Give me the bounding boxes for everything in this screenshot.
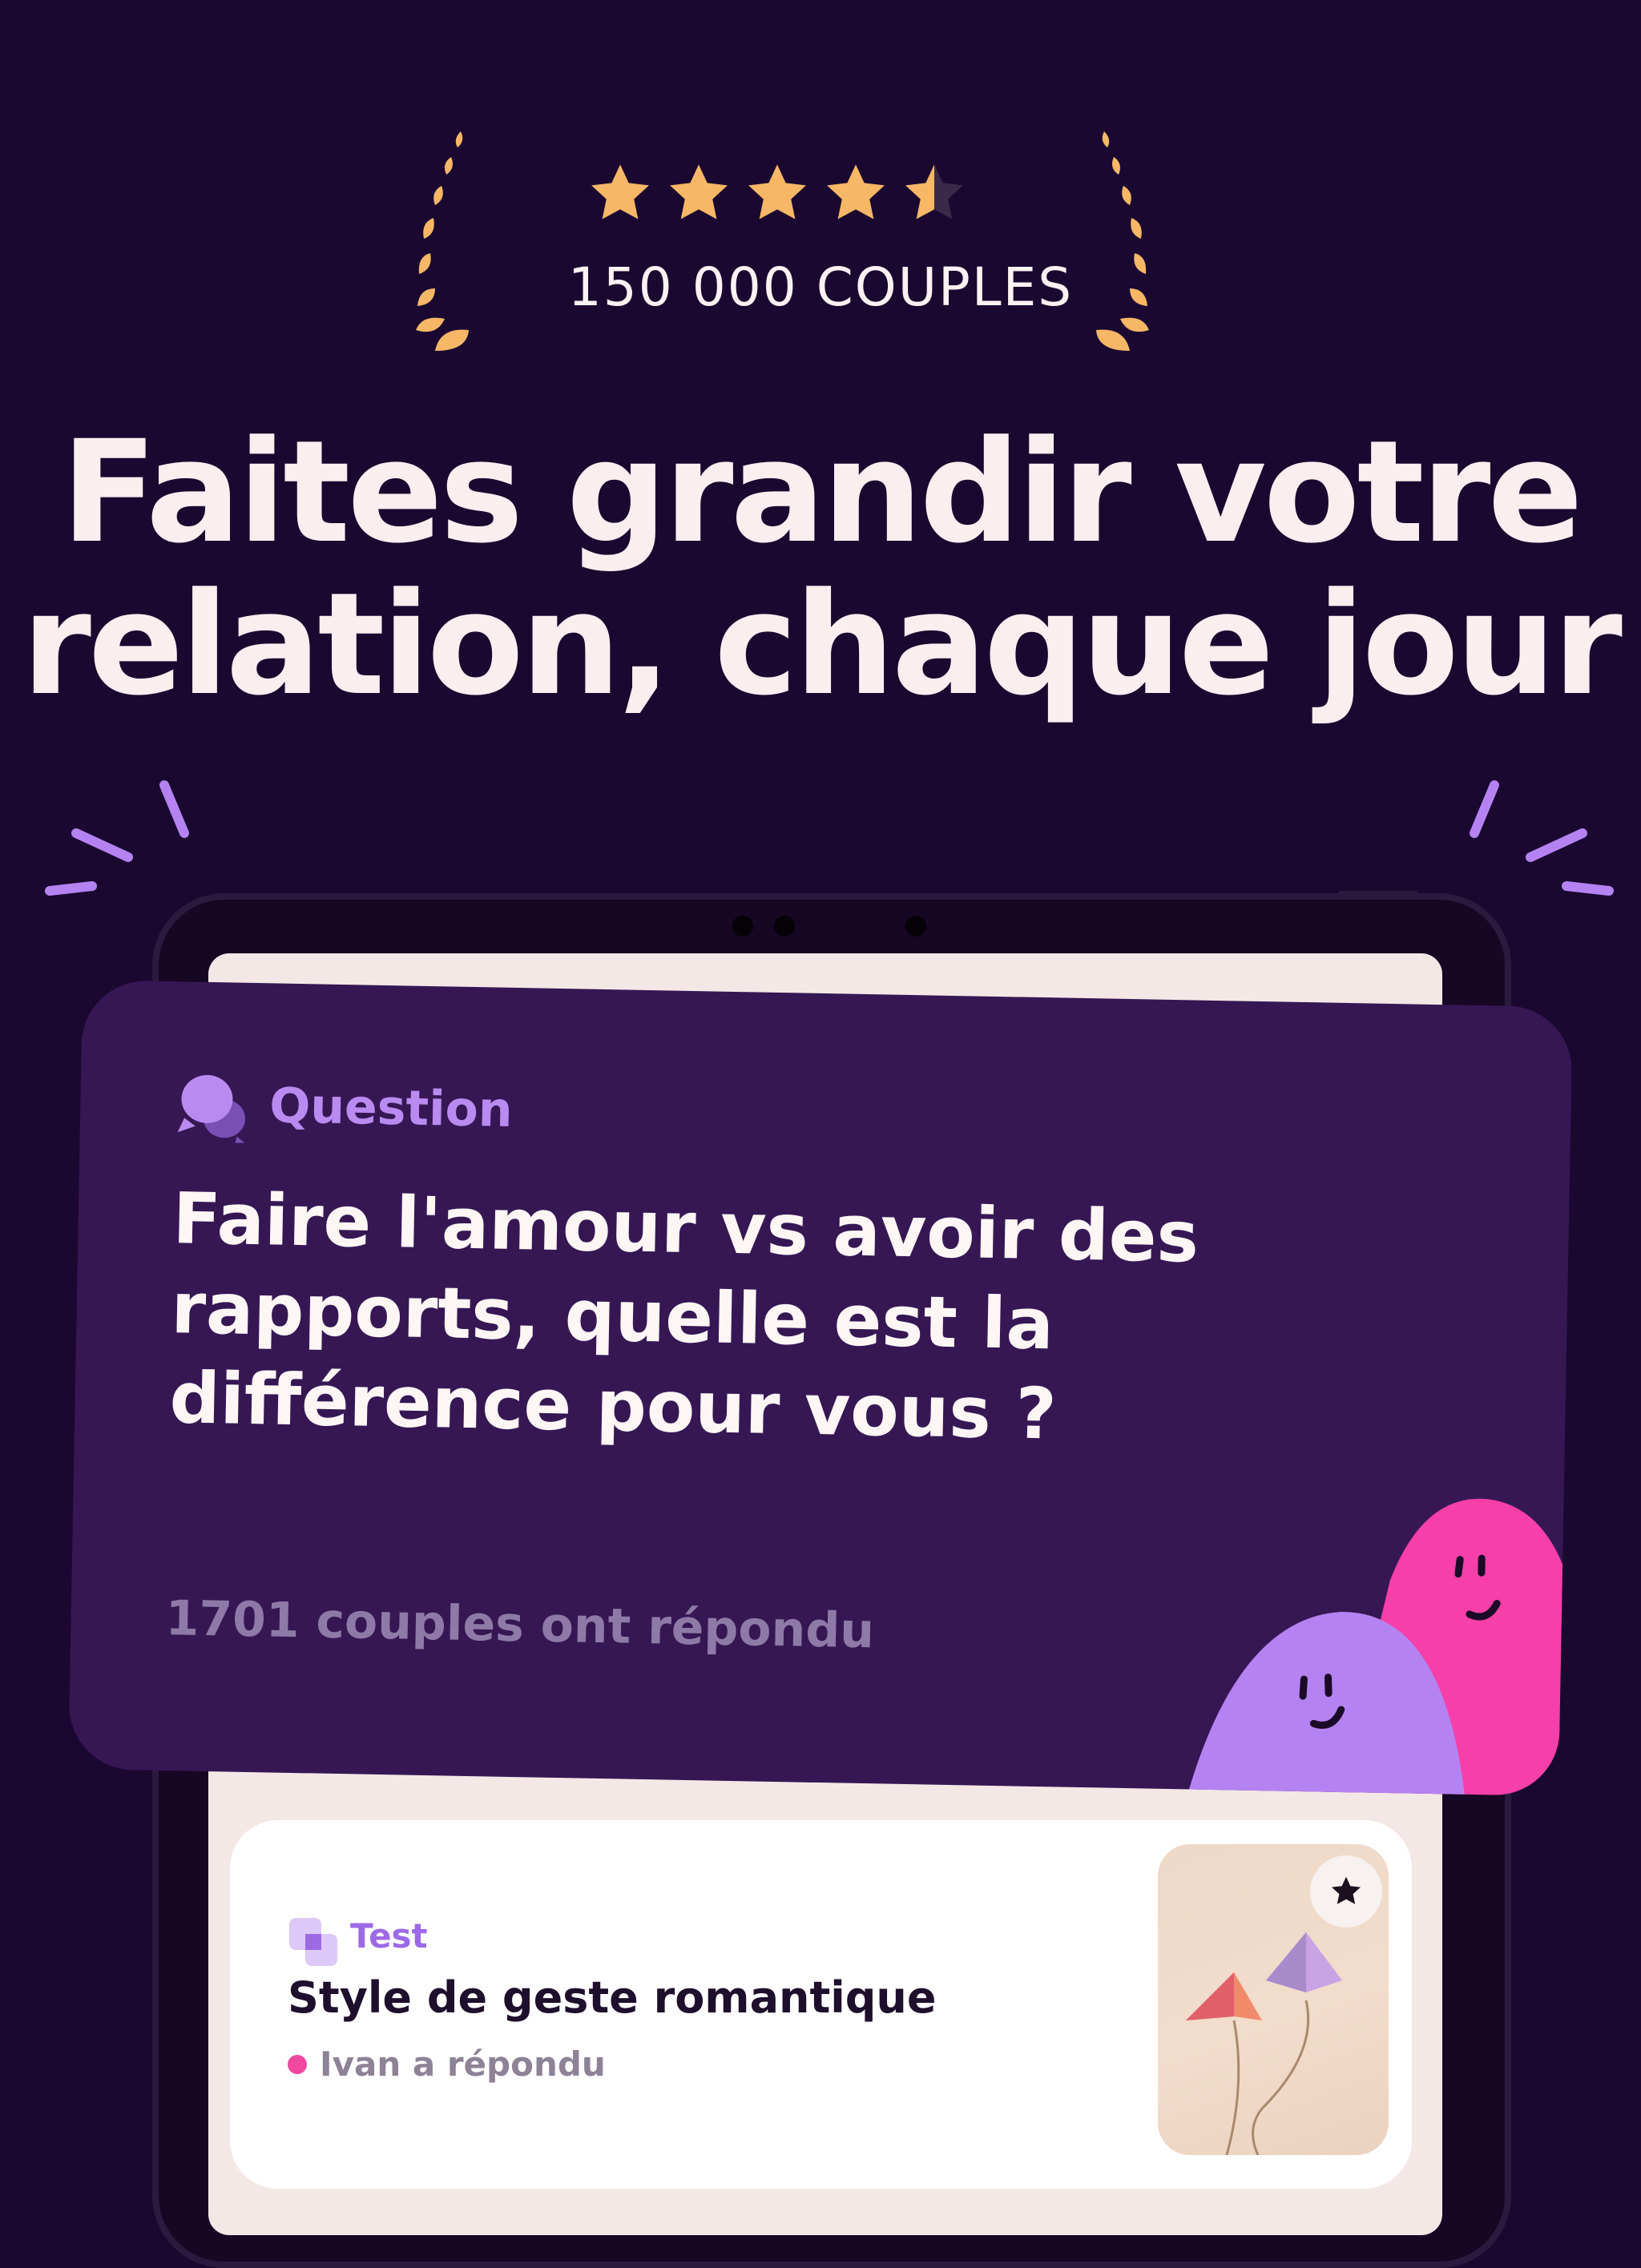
star-icon — [663, 159, 734, 229]
status-text: Ivan a répondu — [320, 2044, 606, 2084]
tablet-button — [1338, 891, 1418, 896]
question-card[interactable]: Question Faire l'amour vs avoir des rapp… — [68, 980, 1573, 1796]
test-card[interactable]: Test Style de geste romantique Ivan a ré… — [230, 1820, 1412, 2189]
question-tag: Question — [269, 1078, 514, 1138]
star-icon — [820, 159, 891, 229]
question-text: Faire l'amour vs avoir des rapports, que… — [169, 1174, 1216, 1462]
rating-badge: 150 000 COUPLES — [0, 120, 1641, 361]
headline: Faites grandir votre relation, chaque jo… — [0, 417, 1641, 721]
rating-label: 150 000 COUPLES — [0, 256, 1641, 318]
chat-bubbles-icon — [174, 1070, 252, 1148]
answered-count: 1701 couples ont répondu — [165, 1590, 875, 1659]
star-icon — [742, 159, 812, 229]
test-image — [1158, 1844, 1389, 2155]
stacked-squares-icon — [288, 1916, 341, 1969]
star-icon — [1329, 1874, 1364, 1909]
star-rating — [585, 159, 978, 231]
camera-icon — [774, 916, 795, 937]
headline-line-2: relation, chaque jour — [0, 569, 1641, 721]
mascot-blobs-icon — [1186, 1489, 1568, 1796]
camera-icon — [732, 916, 753, 937]
test-title: Style de geste romantique — [288, 1972, 937, 2023]
favorite-button[interactable] — [1310, 1855, 1382, 1928]
half-star-icon — [899, 159, 970, 229]
headline-line-1: Faites grandir votre — [0, 417, 1641, 569]
laurel-left-icon — [413, 128, 509, 361]
test-status: Ivan a répondu — [288, 2044, 606, 2084]
sparkle-right-icon — [1418, 769, 1619, 913]
test-tag: Test — [350, 1916, 428, 1956]
sparkle-left-icon — [40, 769, 240, 913]
status-dot — [288, 2055, 307, 2074]
camera-icon — [905, 916, 926, 937]
star-icon — [585, 159, 655, 229]
laurel-right-icon — [1056, 128, 1152, 361]
